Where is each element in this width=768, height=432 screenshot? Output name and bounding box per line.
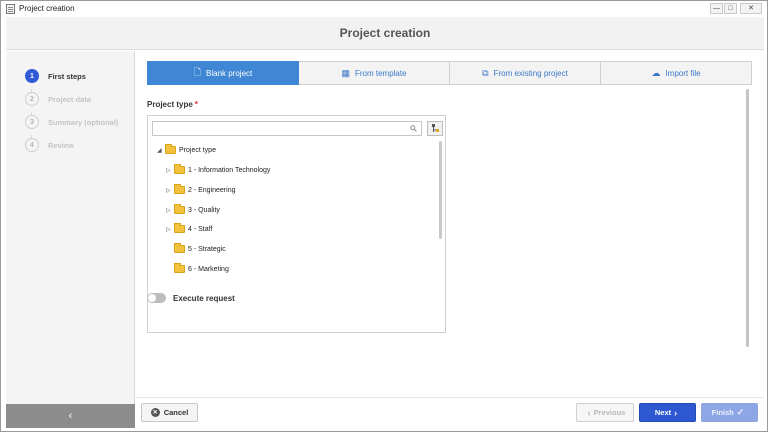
- tree-node[interactable]: ▷ 2 - Engineering: [166, 184, 235, 196]
- tree-node[interactable]: ▷ 1 - Information Technology: [166, 164, 270, 176]
- folder-icon: [174, 164, 185, 174]
- step-number: 2: [25, 92, 39, 106]
- page-header: Project creation: [6, 17, 764, 50]
- chevron-left-icon: ‹: [587, 407, 591, 418]
- tab-from-template[interactable]: ▦ From template: [299, 61, 450, 85]
- expand-arrow-icon[interactable]: ▷: [166, 226, 174, 233]
- search-icon[interactable]: [410, 125, 417, 132]
- tree-node-label: 2 - Engineering: [188, 186, 236, 194]
- tree-node-label: 3 - Quality: [188, 206, 220, 214]
- tree-node-label: 1 - Information Technology: [188, 166, 271, 174]
- execute-request-row: Execute request: [147, 292, 235, 304]
- project-type-label-text: Project type: [147, 100, 193, 109]
- folder-icon: [174, 184, 185, 194]
- tree-node[interactable]: ▷ 3 - Quality: [166, 204, 220, 216]
- step-number: 1: [25, 69, 39, 83]
- step-label: First steps: [48, 71, 86, 81]
- page-title: Project creation: [339, 26, 431, 40]
- window-title: Project creation: [19, 4, 75, 13]
- project-type-label: Project type *: [147, 100, 198, 109]
- next-label: Next: [654, 408, 672, 417]
- minimize-button[interactable]: —: [710, 3, 723, 14]
- expand-arrow-icon[interactable]: ▷: [166, 187, 174, 194]
- copy-icon: ⧉: [482, 67, 489, 78]
- cloud-upload-icon: ☁: [651, 67, 661, 78]
- tab-import-file[interactable]: ☁ Import file: [601, 61, 752, 85]
- step-label: Review: [48, 140, 74, 150]
- tree-node-label: 4 - Staff: [188, 225, 213, 233]
- maximize-button[interactable]: □: [724, 3, 737, 14]
- step-project-data: 2 Project data: [25, 92, 91, 106]
- folder-icon: [174, 243, 185, 253]
- tree-search-field: [152, 121, 422, 136]
- footer-divider: [136, 397, 764, 398]
- tab-label: From template: [354, 68, 407, 78]
- tree-node[interactable]: 6 - Marketing: [166, 263, 229, 275]
- tree-node[interactable]: ▷ 4 - Staff: [166, 223, 212, 235]
- chevron-left-icon: ‹: [68, 410, 73, 422]
- expand-arrow-icon[interactable]: ▷: [166, 207, 174, 214]
- required-mark: *: [194, 100, 198, 109]
- tree-search-input[interactable]: [153, 122, 403, 135]
- project-creation-window: Project creation — □ ✕ Project creation …: [0, 0, 768, 432]
- tree-node-root[interactable]: ◢ Project type: [157, 144, 216, 156]
- tab-from-existing-project[interactable]: ⧉ From existing project: [450, 61, 601, 85]
- execute-request-label: Execute request: [173, 293, 235, 303]
- expand-tree-button[interactable]: [427, 121, 443, 136]
- chevron-right-icon: ›: [674, 407, 678, 418]
- finish-button[interactable]: Finish ✓: [701, 403, 758, 422]
- finish-label: Finish: [711, 408, 734, 417]
- folder-icon: [174, 223, 185, 233]
- tab-blank-project[interactable]: 🗋 Blank project: [147, 61, 299, 85]
- tree-node-label: 6 - Marketing: [188, 265, 229, 273]
- tab-label: Import file: [665, 68, 701, 78]
- next-button[interactable]: Next ›: [639, 403, 696, 422]
- expand-arrow-icon[interactable]: ▷: [166, 167, 174, 174]
- close-button[interactable]: ✕: [740, 3, 762, 14]
- step-review: 4 Review: [25, 138, 74, 152]
- grid-icon: ▦: [341, 67, 350, 78]
- tab-label: Blank project: [206, 68, 253, 78]
- step-number: 3: [25, 115, 39, 129]
- previous-button[interactable]: ‹ Previous: [576, 403, 634, 422]
- tree-hierarchy-icon: [432, 124, 439, 132]
- creation-mode-tabs: 🗋 Blank project ▦ From template ⧉ From e…: [147, 61, 752, 85]
- execute-request-toggle[interactable]: [147, 293, 166, 303]
- check-icon: ✓: [736, 407, 745, 417]
- step-first-steps[interactable]: 1 First steps: [25, 69, 86, 83]
- main-content: 🗋 Blank project ▦ From template ⧉ From e…: [136, 51, 764, 404]
- content-scrollbar[interactable]: [746, 89, 749, 347]
- folder-open-icon: [165, 144, 176, 154]
- tree-node[interactable]: 5 - Strategic: [166, 243, 226, 255]
- title-bar: Project creation — □ ✕: [1, 1, 767, 17]
- tab-label: From existing project: [493, 68, 568, 78]
- tree-node-label: 5 - Strategic: [188, 245, 226, 253]
- collapse-arrow-icon[interactable]: ◢: [157, 147, 165, 154]
- step-number: 4: [25, 138, 39, 152]
- close-circle-icon: ✕: [150, 408, 160, 417]
- wizard-steps-sidebar: 1 First steps 2 Project data 3 Summary (…: [6, 51, 135, 404]
- step-label: Project data: [48, 94, 91, 104]
- step-summary: 3 Summary (optional): [25, 115, 118, 129]
- document-icon: 🗋: [193, 67, 201, 77]
- collapse-sidebar-button[interactable]: ‹: [6, 404, 135, 428]
- folder-icon: [174, 204, 185, 214]
- cancel-button[interactable]: ✕ Cancel: [141, 403, 198, 422]
- folder-icon: [174, 263, 185, 273]
- tree-scrollbar[interactable]: [439, 141, 442, 239]
- app-icon: [6, 4, 15, 14]
- step-label: Summary (optional): [48, 117, 119, 127]
- cancel-label: Cancel: [163, 408, 189, 417]
- tree-node-label: Project type: [179, 146, 216, 154]
- previous-label: Previous: [593, 408, 626, 417]
